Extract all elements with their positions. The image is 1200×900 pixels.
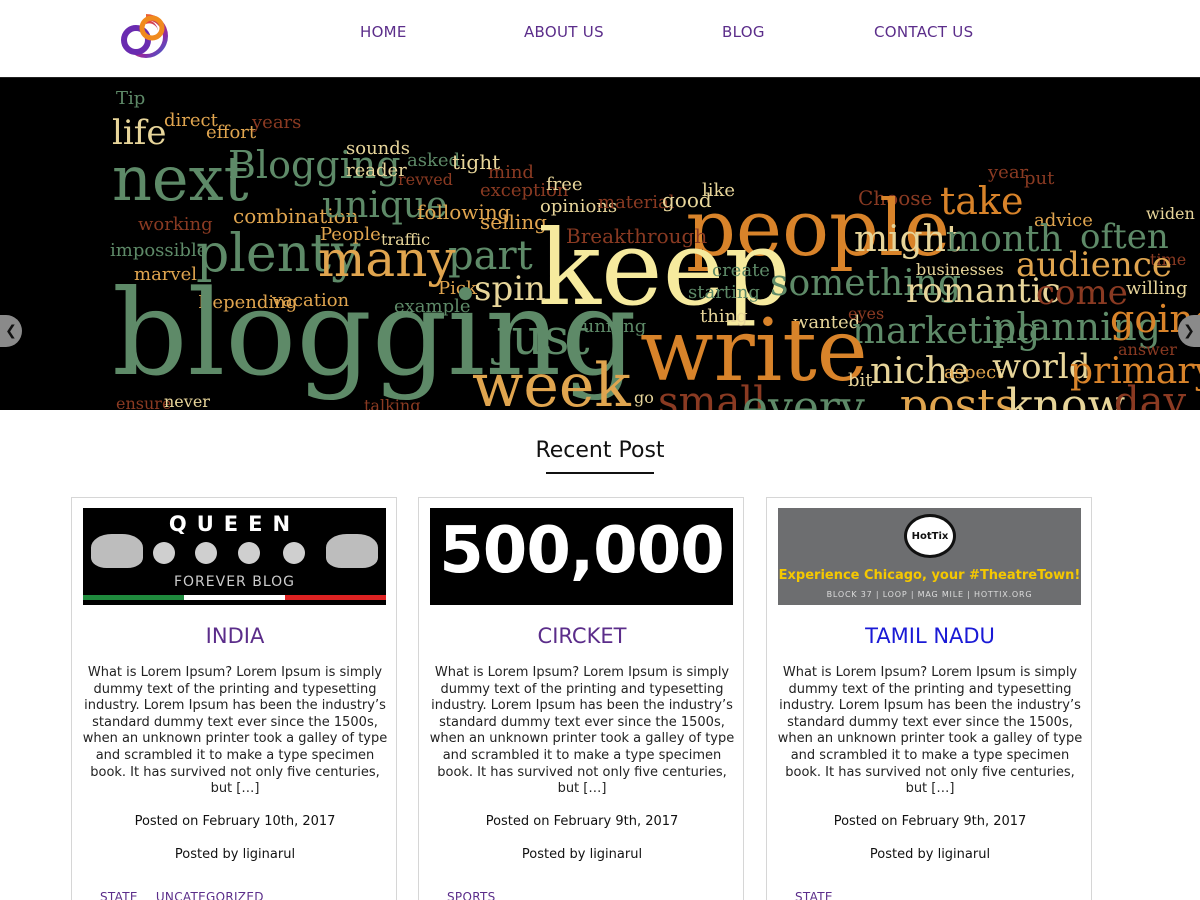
post-categories: STATE — [795, 890, 847, 900]
word-cloud-word: running — [574, 316, 647, 337]
thumbnail-subtitle: BLOCK 37 | LOOP | MAG MILE | HOTTIX.ORG — [826, 590, 1033, 599]
nav-contact-us[interactable]: CONTACT US — [874, 23, 973, 41]
slider-prev-button[interactable]: ❮ — [0, 315, 22, 347]
word-cloud-word: posts — [900, 380, 1018, 411]
nav-blog[interactable]: BLOG — [722, 23, 765, 41]
word-cloud-word: create — [712, 260, 770, 281]
word-cloud-word: sounds — [346, 138, 411, 159]
word-cloud-word: take — [940, 179, 1024, 223]
word-cloud-word: talking — [364, 396, 421, 411]
post-excerpt: What is Lorem Ipsum? Lorem Ipsum is simp… — [777, 665, 1083, 797]
word-cloud-word: put — [1024, 168, 1055, 189]
post-excerpt: What is Lorem Ipsum? Lorem Ipsum is simp… — [429, 665, 735, 797]
post-title[interactable]: CIRCKET — [419, 624, 745, 648]
post-card: QUEEN FOREVER BLOG INDIA What is Lorem I… — [71, 497, 397, 900]
post-thumbnail[interactable]: QUEEN FOREVER BLOG — [83, 508, 386, 605]
post-excerpt: What is Lorem Ipsum? Lorem Ipsum is simp… — [82, 665, 388, 797]
word-cloud-word: know — [1006, 380, 1126, 411]
word-cloud-word: impossible — [110, 240, 208, 261]
word-cloud-word: Tip — [116, 88, 146, 109]
word-cloud-word: effort — [206, 122, 257, 143]
main-nav: HOME ABOUT US BLOG CONTACT US — [0, 0, 1200, 66]
face-icon — [195, 542, 217, 564]
word-cloud-word: free — [546, 174, 583, 195]
crest-icon — [326, 534, 378, 568]
face-icon — [238, 542, 260, 564]
word-cloud-word: might — [854, 219, 961, 260]
category-link[interactable]: STATE — [795, 890, 833, 900]
hottix-logo: HotTix — [904, 514, 956, 558]
chevron-left-icon: ❮ — [5, 323, 17, 339]
nav-home[interactable]: HOME — [360, 23, 407, 41]
post-thumbnail[interactable]: HotTix Experience Chicago, your #Theatre… — [778, 508, 1081, 605]
face-icon — [283, 542, 305, 564]
word-cloud-word: willing — [1126, 278, 1188, 299]
flag-stripe — [83, 595, 386, 600]
word-cloud-word: go — [634, 388, 654, 407]
post-thumbnail[interactable]: 500,000 — [430, 508, 733, 605]
post-categories: STATE UNCATEGORIZED — [100, 890, 278, 900]
word-cloud-word: selling — [480, 210, 547, 234]
thumbnail-subtitle: FOREVER BLOG — [173, 574, 296, 590]
post-date: Posted on February 9th, 2017 — [833, 814, 1027, 829]
post-categories: SPORTS — [447, 890, 510, 900]
thumbnail-tagline: Experience Chicago, your #TheatreTown! — [778, 568, 1081, 583]
hero-slider: Tip life direct effort years next Blogging soun… — [0, 77, 1200, 410]
crest-icon — [91, 534, 143, 568]
word-cloud-word: day — [1114, 379, 1187, 410]
post-title[interactable]: TAMIL NADU — [767, 624, 1093, 648]
slider-next-button[interactable]: ❯ — [1178, 315, 1200, 347]
category-link[interactable]: SPORTS — [447, 890, 496, 900]
word-cloud-word: never — [164, 392, 210, 410]
post-card: 500,000 CIRCKET What is Lorem Ipsum? Lor… — [418, 497, 744, 900]
site-header: HOME ABOUT US BLOG CONTACT US — [0, 0, 1200, 77]
word-cloud-word: week — [472, 351, 631, 410]
word-cloud-word: starting — [688, 282, 760, 303]
post-date: Posted on February 9th, 2017 — [485, 814, 679, 829]
thumbnail-heading: QUEEN — [168, 512, 301, 536]
post-title[interactable]: INDIA — [72, 624, 398, 648]
chevron-right-icon: ❯ — [1183, 323, 1195, 339]
word-cloud-word: every — [742, 382, 865, 411]
face-icon — [153, 542, 175, 564]
post-author: Posted by liginarul — [521, 847, 643, 862]
thumbnail-heading: 500,000 — [439, 514, 725, 588]
category-link[interactable]: STATE — [100, 890, 138, 900]
post-date: Posted on February 10th, 2017 — [134, 814, 336, 829]
category-link[interactable]: UNCATEGORIZED — [156, 890, 264, 900]
word-cloud-word: years — [252, 112, 302, 133]
post-card: HotTix Experience Chicago, your #Theatre… — [766, 497, 1092, 900]
post-author: Posted by liginarul — [869, 847, 991, 862]
nav-about-us[interactable]: ABOUT US — [524, 23, 604, 41]
recent-post-heading: Recent Post — [535, 438, 665, 463]
heading-underline — [546, 472, 654, 474]
post-author: Posted by liginarul — [174, 847, 296, 862]
